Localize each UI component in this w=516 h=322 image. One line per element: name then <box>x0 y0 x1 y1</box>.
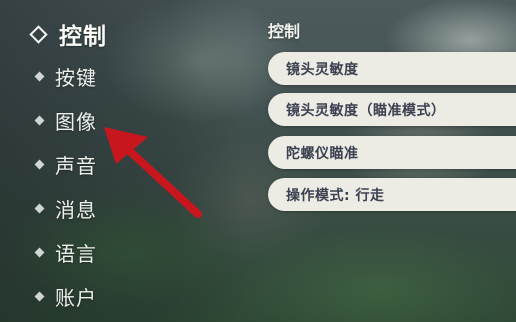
settings-sidebar: 控制 按键 图像 声音 消息 语言 账户 <box>0 0 240 322</box>
sidebar-item-label: 图像 <box>55 109 97 134</box>
sidebar-item-label: 按键 <box>55 65 97 90</box>
sidebar-item-label: 语言 <box>55 241 97 266</box>
diamond-icon <box>29 24 48 44</box>
setting-control-mode[interactable]: 操作模式: 行走 <box>268 178 516 211</box>
setting-camera-sensitivity[interactable]: 镜头灵敏度 <box>268 52 516 85</box>
sidebar-item-messages[interactable]: 消息 <box>34 190 97 226</box>
diamond-icon <box>34 247 45 257</box>
setting-label: 操作模式: 行走 <box>286 187 385 204</box>
diamond-icon <box>34 203 45 213</box>
sidebar-item-controls[interactable]: 控制 <box>29 16 107 52</box>
diamond-icon <box>34 291 45 301</box>
sidebar-item-label: 声音 <box>55 153 97 178</box>
setting-camera-sensitivity-aim[interactable]: 镜头灵敏度（瞄准模式） <box>268 93 516 126</box>
setting-label: 镜头灵敏度（瞄准模式） <box>286 102 446 119</box>
setting-gyro-aim[interactable]: 陀螺仪瞄准 <box>268 136 516 169</box>
setting-label: 陀螺仪瞄准 <box>286 145 359 162</box>
sidebar-item-keys[interactable]: 按键 <box>34 58 97 94</box>
sidebar-item-label: 账户 <box>55 285 97 310</box>
diamond-icon <box>34 115 45 125</box>
sidebar-item-graphics[interactable]: 图像 <box>34 102 97 138</box>
diamond-icon <box>34 71 45 81</box>
setting-label: 镜头灵敏度 <box>286 61 359 78</box>
section-title: 控制 <box>268 22 301 41</box>
sidebar-item-label: 消息 <box>55 197 97 222</box>
diamond-icon <box>34 159 45 169</box>
sidebar-item-account[interactable]: 账户 <box>34 278 97 314</box>
sidebar-item-language[interactable]: 语言 <box>34 234 97 270</box>
sidebar-item-label: 控制 <box>59 24 107 50</box>
sidebar-item-audio[interactable]: 声音 <box>34 146 97 182</box>
